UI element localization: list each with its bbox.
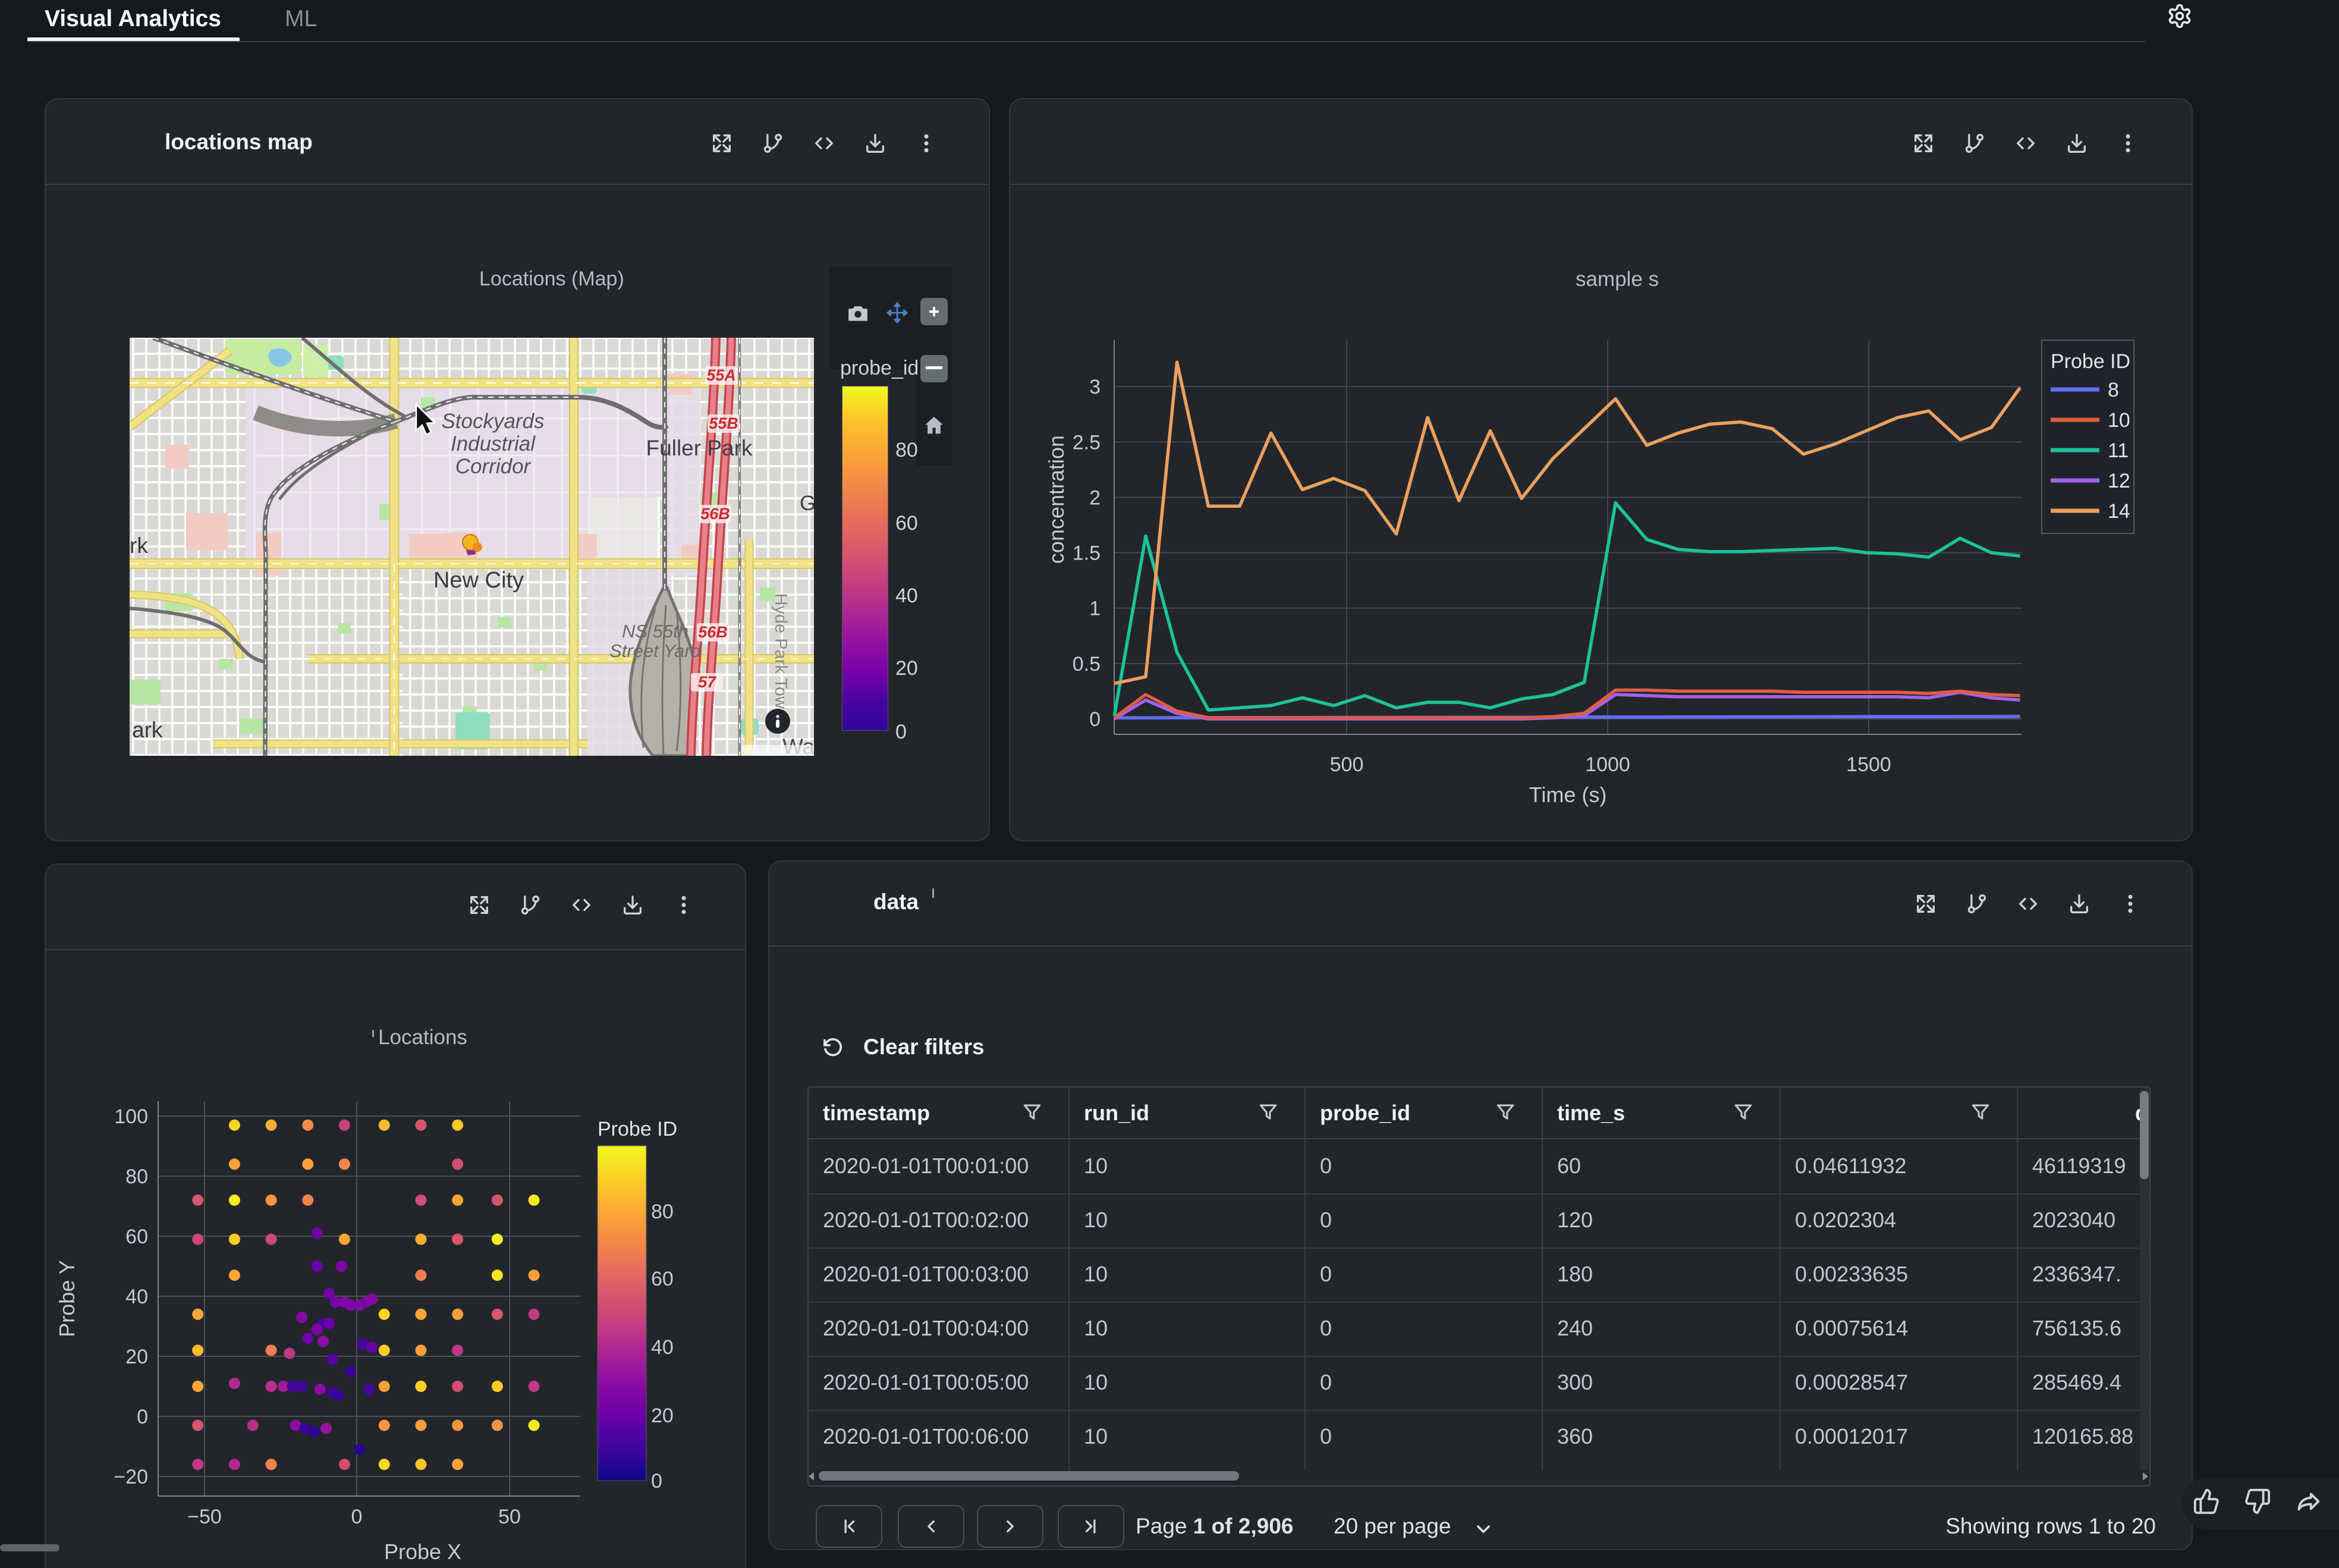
svg-text:60: 60 <box>125 1226 148 1248</box>
svg-text:Time (s): Time (s) <box>1529 783 1607 807</box>
svg-text:1000: 1000 <box>1585 753 1630 776</box>
svg-text:Stockyards: Stockyards <box>441 410 544 433</box>
svg-text:500: 500 <box>1330 753 1364 776</box>
svg-text:Probe X: Probe X <box>384 1539 461 1564</box>
svg-text:Hyde Park Towns: Hyde Park Towns <box>771 593 790 727</box>
svg-text:0.5: 0.5 <box>1073 653 1101 675</box>
svg-text:rk: rk <box>130 533 148 558</box>
svg-text:57: 57 <box>698 673 717 691</box>
svg-text:Probe ID: Probe ID <box>598 1118 677 1140</box>
svg-text:0: 0 <box>351 1506 363 1528</box>
svg-text:Grand: Grand <box>800 492 814 515</box>
svg-text:Fuller Park: Fuller Park <box>646 436 753 460</box>
svg-text:80: 80 <box>651 1201 674 1223</box>
svg-text:2: 2 <box>1089 486 1101 509</box>
svg-text:Street Yard: Street Yard <box>609 640 702 661</box>
svg-text:sample s: sample s <box>1576 268 1659 291</box>
svg-text:1.5: 1.5 <box>1073 542 1101 565</box>
svg-text:20: 20 <box>651 1404 674 1427</box>
svg-text:3: 3 <box>1089 376 1101 398</box>
svg-text:56B: 56B <box>700 505 730 523</box>
svg-text:0: 0 <box>651 1470 662 1492</box>
svg-text:10: 10 <box>2108 409 2130 432</box>
svg-text:Corridor: Corridor <box>455 455 532 478</box>
svg-text:8: 8 <box>2108 379 2119 401</box>
svg-text:1500: 1500 <box>1846 753 1891 776</box>
svg-text:0: 0 <box>137 1406 148 1428</box>
svg-text:0: 0 <box>1089 708 1101 731</box>
svg-text:55B: 55B <box>709 414 738 432</box>
svg-text:concentration: concentration <box>1044 435 1068 564</box>
svg-text:−20: −20 <box>114 1466 148 1488</box>
svg-text:60: 60 <box>651 1268 674 1290</box>
svg-text:80: 80 <box>125 1165 148 1188</box>
svg-text:40: 40 <box>125 1286 148 1308</box>
svg-text:ark: ark <box>132 718 163 742</box>
svg-text:−50: −50 <box>187 1506 222 1528</box>
svg-text:Probe Y: Probe Y <box>55 1260 79 1337</box>
svg-text:40: 40 <box>651 1336 674 1359</box>
svg-text:1: 1 <box>1089 598 1101 620</box>
svg-text:NS 55th: NS 55th <box>622 621 689 642</box>
svg-text:50: 50 <box>498 1506 521 1528</box>
svg-text:100: 100 <box>114 1105 148 1128</box>
svg-text:12: 12 <box>2108 470 2130 492</box>
svg-text:56B: 56B <box>698 623 728 641</box>
svg-text:20: 20 <box>125 1346 148 1368</box>
svg-text:New City: New City <box>433 568 524 593</box>
svg-text:Probe ID: Probe ID <box>2051 350 2130 373</box>
svg-text:Locations: Locations <box>378 1026 467 1049</box>
svg-text:11: 11 <box>2108 439 2129 462</box>
svg-text:55A: 55A <box>706 366 736 384</box>
svg-text:2.5: 2.5 <box>1073 431 1101 454</box>
svg-text:14: 14 <box>2108 500 2130 523</box>
svg-text:Industrial: Industrial <box>451 432 536 455</box>
